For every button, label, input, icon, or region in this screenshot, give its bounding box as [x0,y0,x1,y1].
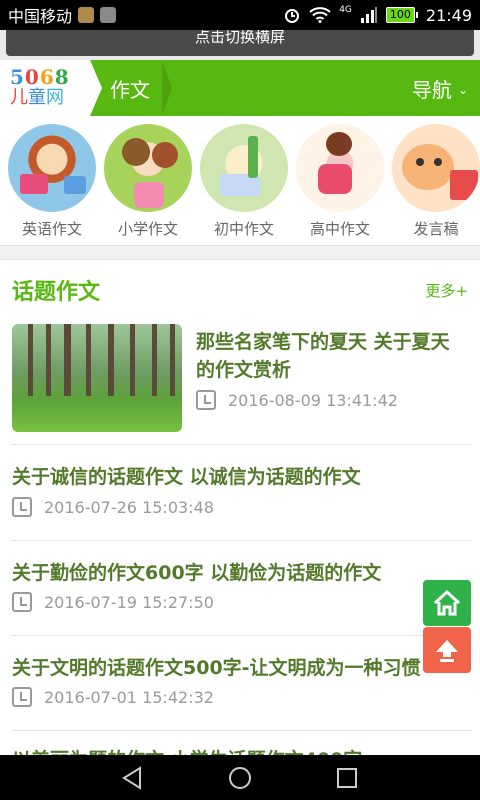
nav-menu-button[interactable]: 导航 ⌄ [412,74,468,103]
list-divider [12,730,472,731]
category-label: 高中作文 [309,220,370,238]
category-carousel[interactable]: 英语作文 小学作文 初中作文 高中作文 发言稿 [0,116,480,246]
recents-icon[interactable] [334,765,360,791]
signal-icon [360,7,377,23]
more-link[interactable]: 更多+ [425,280,468,301]
breadcrumb-arrow [162,60,172,116]
back-icon[interactable] [120,765,146,791]
article-date: 2016-07-01 15:42:32 [44,687,214,707]
carrier-label: 中国移动 [8,7,73,26]
logo-arrow [90,60,102,116]
article-title[interactable]: 关于文明的话题作文500字-让文明成为一种习惯 [12,653,472,680]
article-date: 2016-08-09 13:41:42 [228,390,398,410]
alarm-icon [285,9,300,23]
clock-icon [12,687,32,707]
featured-article-thumbnail[interactable] [12,324,182,432]
clock-icon [196,390,216,410]
category-label: 英语作文 [21,220,82,238]
wifi-icon [309,7,331,23]
section-header: 话题作文 更多+ [12,274,468,306]
article-date-row: 2016-07-19 15:27:50 [12,592,214,612]
app-notification-icon [78,7,95,23]
junior-category-image [200,124,288,212]
featured-article-date: 2016-08-09 13:41:42 [196,390,398,410]
logo-number: 5068 [10,65,70,89]
featured-article-title[interactable]: 那些名家笔下的夏天 关于夏天的作文赏析 [196,328,468,384]
status-bar: 中国移动 4G 100 21:49 [0,0,480,30]
image-notification-icon [100,7,117,23]
section-title: 话题作文 [12,280,101,305]
arrow-up-icon [436,640,458,662]
category-english[interactable]: 英语作文 [4,116,100,245]
article-date: 2016-07-26 15:03:48 [44,497,214,517]
clock-icon [12,497,32,517]
article-title[interactable]: 关于诚信的话题作文 以诚信为话题的作文 [12,462,472,489]
home-icon [433,589,461,616]
primary-category-image [104,124,192,212]
system-nav-bar [0,755,480,800]
senior-category-image [296,124,384,212]
network-type: 4G [339,4,352,15]
logo-text: 儿童网 [10,87,64,108]
article-date-row: 2016-07-26 15:03:48 [12,497,214,517]
list-divider [12,444,472,445]
article-date: 2016-07-19 15:27:50 [44,592,214,612]
rotate-screen-label: 点击切换横屏 [194,30,285,46]
battery-icon: 100 [385,7,418,23]
list-divider [12,635,472,636]
english-category-image [8,124,96,212]
clock-icon [12,592,32,612]
article-date-row: 2016-07-01 15:42:32 [12,687,214,707]
rotate-screen-button[interactable]: 点击切换横屏 [6,30,474,56]
home-circle-icon[interactable] [227,765,253,791]
list-divider [12,540,472,541]
breadcrumb-current[interactable]: 作文 [110,74,150,103]
site-logo[interactable]: 5068 儿童网 [0,60,90,116]
category-primary[interactable]: 小学作文 [100,116,196,245]
category-junior[interactable]: 初中作文 [196,116,292,245]
section-separator [0,246,480,260]
category-speech[interactable]: 发言稿 [388,116,480,245]
nav-menu-label: 导航 [411,77,452,102]
battery-level: 100 [385,7,415,23]
clock-time: 21:49 [425,5,472,25]
back-to-top-button[interactable] [423,627,471,673]
category-label: 发言稿 [413,220,459,238]
category-senior[interactable]: 高中作文 [292,116,388,245]
category-label: 小学作文 [117,220,178,238]
chevron-down-icon: ⌄ [457,83,468,97]
article-title[interactable]: 关于勤俭的作文600字 以勤俭为话题的作文 [12,558,472,585]
home-button[interactable] [423,580,471,626]
category-label: 初中作文 [213,220,274,238]
site-header: 5068 儿童网 作文 导航 ⌄ [0,60,480,116]
speech-category-image [392,124,480,212]
